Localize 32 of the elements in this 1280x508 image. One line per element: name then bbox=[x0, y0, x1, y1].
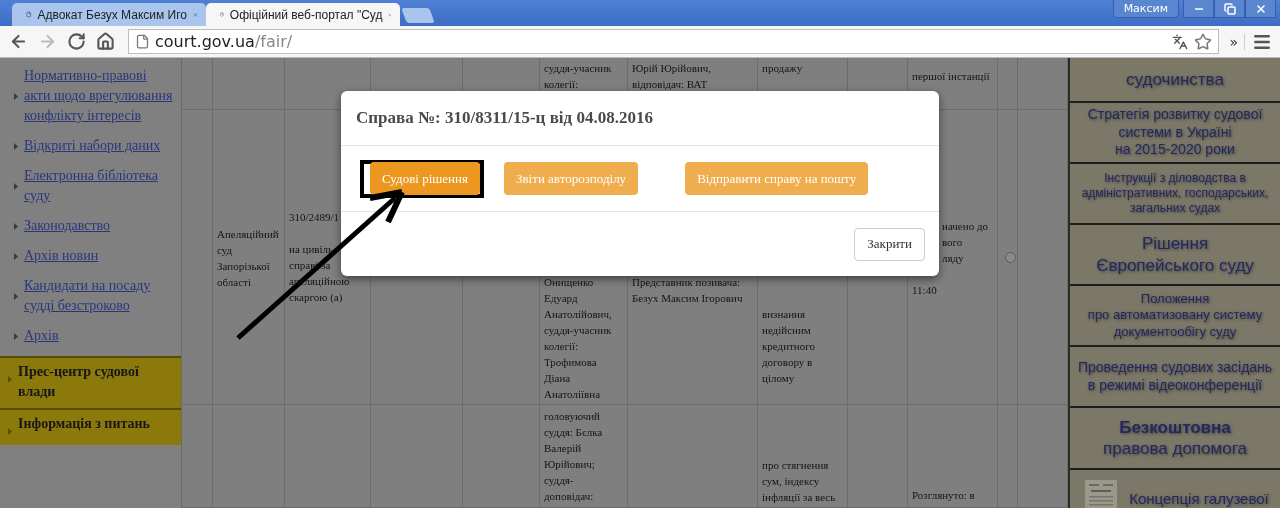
close-button[interactable]: Закрити bbox=[854, 227, 925, 261]
banner-link[interactable]: Рішення Європейського суду bbox=[1070, 225, 1280, 286]
section-link[interactable]: Прес-центр судової влади bbox=[18, 362, 173, 402]
banner-link[interactable]: Проведення судових засідань в режимі відеоконференції bbox=[1070, 347, 1280, 408]
banner-link[interactable]: Інструкції з діловодства в адміністративних, господарських, загальних судах bbox=[1070, 164, 1280, 225]
table-cell: Розглянуто: в bbox=[908, 405, 998, 508]
action-button[interactable]: Судові рішення bbox=[370, 162, 480, 195]
banner-link[interactable]: Концепція галузевої bbox=[1070, 470, 1280, 508]
table-cell: про стягнення сум, індексу інфляції за весь bbox=[758, 405, 848, 508]
table-cell: головуючий суддя: Бєлка Валерій Юрійович; суддя- доповідач: bbox=[540, 405, 628, 508]
banner-link[interactable]: Безкоштовна правова допомога bbox=[1070, 408, 1280, 470]
sidebar-link[interactable]: Нормативно-правові акти щодо врегулювання конфлікту інтересів bbox=[24, 66, 174, 126]
overflow-button[interactable]: » bbox=[1223, 33, 1245, 50]
sidebar-link[interactable]: Електронна бібліотека суду bbox=[24, 166, 174, 206]
sidebar-link[interactable]: Архів новин bbox=[24, 246, 174, 266]
sidebar-link[interactable]: Архів bbox=[24, 326, 174, 346]
table-cell: Апеляційний суд Запорізької області bbox=[213, 110, 285, 405]
browser-tab[interactable]: Офіційний веб-портал "Суд bbox=[206, 3, 400, 26]
banner-link[interactable]: Стратегія розвитку судової системи в Україні на 2015-2020 роки bbox=[1070, 103, 1280, 164]
action-button[interactable]: Звіти авторозподілу bbox=[503, 162, 639, 195]
action-button[interactable]: Відправити справу на пошту bbox=[685, 162, 869, 195]
sidebar-link[interactable]: Законодавство bbox=[24, 216, 174, 236]
sidebar-link[interactable]: Кандидати на посаду судді безстроково bbox=[24, 276, 174, 316]
banner-link[interactable]: судочинства bbox=[1070, 58, 1280, 103]
cell-text: 11:40 bbox=[912, 283, 938, 298]
address-field[interactable]: court.gov.ua/fair/ bbox=[128, 29, 1220, 54]
profile-button[interactable]: Максим bbox=[1112, 0, 1179, 18]
cell-text: начено до вого ляду bbox=[941, 219, 989, 266]
sidebar-link[interactable]: Відкриті набори даних bbox=[24, 136, 174, 156]
section-link[interactable]: Інформація з питань bbox=[18, 414, 173, 434]
browser-tab[interactable]: Адвокат Безух Максим Иго bbox=[12, 3, 206, 26]
banner-link[interactable]: Положення про автоматизовану систему документообігу суду bbox=[1070, 286, 1280, 347]
